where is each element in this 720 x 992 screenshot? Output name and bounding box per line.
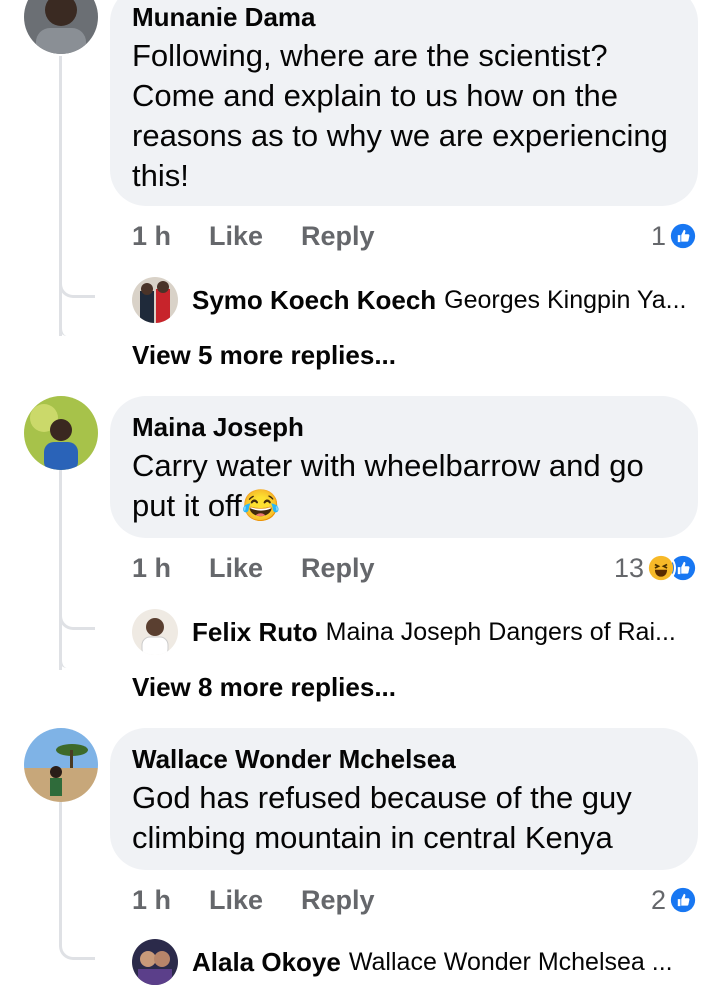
like-icon xyxy=(668,221,698,251)
avatar[interactable] xyxy=(132,609,178,655)
reply-connector xyxy=(59,660,95,668)
reply-button[interactable]: Reply xyxy=(301,221,375,252)
reply-text: Wallace Wonder Mchelsea ... xyxy=(348,947,673,976)
reply-connector xyxy=(59,606,95,630)
like-button[interactable]: Like xyxy=(209,553,263,584)
reply-preview[interactable]: Alala Okoye Wallace Wonder Mchelsea ... xyxy=(132,938,673,986)
avatar[interactable] xyxy=(24,396,98,470)
avatar[interactable] xyxy=(132,277,178,323)
like-button[interactable]: Like xyxy=(209,885,263,916)
comment-time[interactable]: 1 h xyxy=(132,885,171,916)
reaction-count: 13 xyxy=(613,552,644,583)
comment-text: Following, where are the scientist? Come… xyxy=(132,38,668,193)
thread-line xyxy=(59,470,62,670)
comment-time[interactable]: 1 h xyxy=(132,553,171,584)
comment-author[interactable]: Munanie Dama xyxy=(132,2,676,32)
comment-bubble: Munanie Dama Following, where are the sc… xyxy=(110,0,698,206)
reply-connector xyxy=(59,328,95,336)
comment-actions: 1 h Like Reply xyxy=(132,218,375,254)
haha-icon xyxy=(646,553,676,583)
reply-preview[interactable]: Felix Ruto Maina Joseph Dangers of Rai..… xyxy=(132,608,676,656)
reply-author[interactable]: Alala Okoye xyxy=(192,947,341,978)
thread-line xyxy=(59,56,62,336)
thread-line xyxy=(59,802,62,936)
reaction-summary[interactable]: 2 xyxy=(651,882,698,918)
reply-preview[interactable]: Symo Koech Koech Georges Kingpin Ya... xyxy=(132,276,686,324)
reply-author[interactable]: Symo Koech Koech xyxy=(192,285,436,316)
reply-text: Maina Joseph Dangers of Rai... xyxy=(325,617,676,646)
reaction-count: 1 xyxy=(650,220,666,251)
avatar[interactable] xyxy=(132,939,178,985)
reaction-summary[interactable]: 1 xyxy=(651,218,698,254)
like-button[interactable]: Like xyxy=(209,221,263,252)
like-icon xyxy=(668,885,698,915)
comment-bubble: Wallace Wonder Mchelsea God has refused … xyxy=(110,728,698,870)
comment-text: Carry water with wheelbarrow and go put … xyxy=(132,448,644,523)
comment-bubble: Maina Joseph Carry water with wheelbarro… xyxy=(110,396,698,538)
avatar[interactable] xyxy=(24,0,98,54)
laughing-emoji-icon: 😂 xyxy=(241,488,281,523)
comment-author[interactable]: Wallace Wonder Mchelsea xyxy=(132,744,676,774)
comment-actions: 1 h Like Reply xyxy=(132,882,375,918)
reply-text: Georges Kingpin Ya... xyxy=(444,285,687,314)
reply-button[interactable]: Reply xyxy=(301,885,375,916)
reaction-summary[interactable]: 13 xyxy=(614,550,698,586)
reaction-count: 2 xyxy=(650,884,666,915)
comment-text: God has refused because of the guy climb… xyxy=(132,780,632,855)
reply-author[interactable]: Felix Ruto xyxy=(192,617,318,648)
reply-connector xyxy=(59,936,95,960)
comment-actions: 1 h Like Reply xyxy=(132,550,375,586)
avatar[interactable] xyxy=(24,728,98,802)
comment-author[interactable]: Maina Joseph xyxy=(132,412,676,442)
comment-time[interactable]: 1 h xyxy=(132,221,171,252)
view-more-replies-link[interactable]: View 8 more replies... xyxy=(132,672,396,703)
reply-connector xyxy=(59,274,95,298)
reply-button[interactable]: Reply xyxy=(301,553,375,584)
view-more-replies-link[interactable]: View 5 more replies... xyxy=(132,340,396,371)
